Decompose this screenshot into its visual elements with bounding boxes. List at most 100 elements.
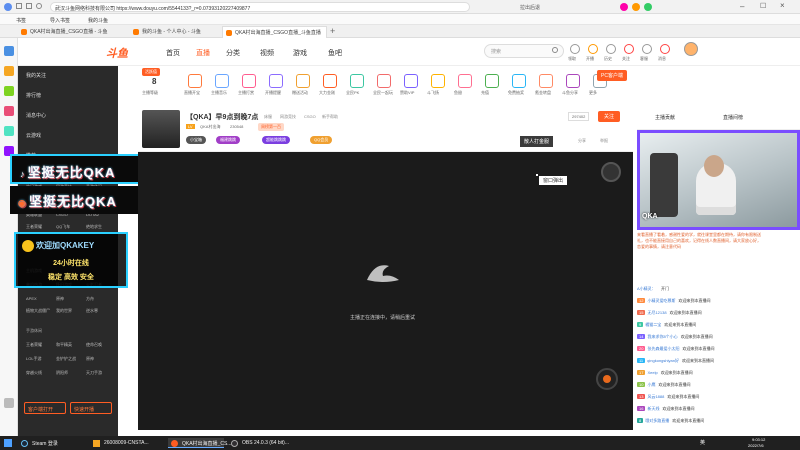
chat-message[interactable]: 17 Xeelp 欢迎来到本直播间 [637,370,693,376]
bookmark-item[interactable]: 导入书签 [50,17,70,24]
nav-live[interactable]: 直播 [196,48,210,58]
service-icon[interactable] [642,44,652,54]
chat-username[interactable]: qingkongshiyan好 [647,358,679,363]
popout-button[interactable]: 窗口弹出 [539,176,568,185]
douyu-logo[interactable]: 斗鱼 [106,45,128,61]
activity-item-icon[interactable] [404,74,418,88]
category-link[interactable]: 穿越火线 [26,370,42,376]
chat-username[interactable]: Xeelp [647,370,657,375]
rail-add-icon[interactable] [4,398,14,408]
activity-item-icon[interactable] [269,74,283,88]
chat-message[interactable]: 13 风云1888 欢迎来到本直播间 [637,394,699,400]
pc-client-button[interactable]: PC客户端 [597,70,627,81]
chat-username[interactable]: 张先森最爱小太阳 [647,346,679,351]
chat-username[interactable]: 小精灵爱吃慕斯 [647,298,675,303]
tab-item-active[interactable]: QKA村出海直播_CSGO直播_斗鱼直播 [222,26,327,38]
bookmark-item[interactable]: 我的斗鱼 [88,17,108,24]
chat-message[interactable]: 12 小精灵爱吃慕斯 欢迎来到本直播间 [637,298,710,304]
sidebar-item-rank[interactable]: 排行榜 [26,92,41,99]
category-link[interactable]: 逆水寒 [86,308,98,314]
chat-username[interactable]: 小鹰 [647,382,655,387]
chat-message[interactable]: 11 qingkongshiyan好 欢迎来到本直播间 [637,358,714,364]
rail-app-icon[interactable] [4,106,14,116]
taskbar-item[interactable]: 26008009-CNSTA... [90,438,164,448]
clock-date[interactable]: 2022/7/6 [748,443,764,448]
taskbar-item-active[interactable]: QKA村出海直播_CS... [168,438,231,448]
streamer-avatar[interactable] [142,110,180,148]
share-link[interactable]: 分享 [578,138,586,144]
room-chip[interactable]: 福建跳跳 [216,136,240,144]
tab-item[interactable]: 我的斗鱼 - 个人中心 - 斗鱼 [130,26,220,38]
activity-item-icon[interactable] [242,74,256,88]
category-link[interactable]: 和平精英 [56,342,72,348]
activity-item-icon[interactable] [323,74,337,88]
category-link[interactable]: 使命召唤 [86,342,102,348]
chat-username[interactable]: 风云1888 [647,394,664,399]
category-link[interactable]: 阴阳师 [56,370,68,376]
top-right-link[interactable]: 拉出后退 [520,4,540,11]
nav-yuba[interactable]: 鱼吧 [328,48,342,58]
chat-username[interactable]: 橘猫二宝 [645,322,661,327]
activity-item-icon[interactable] [458,74,472,88]
history-icon[interactable] [606,44,616,54]
report-link[interactable]: 举报 [600,138,608,144]
room-tag[interactable]: CSGO [304,114,316,119]
forward-icon[interactable] [26,3,32,9]
category-link[interactable]: QQ飞车 [56,224,70,230]
taskbar-item[interactable]: OBS 24.0.3 (64 bit)... [228,438,289,448]
clock-time[interactable]: 9:03:12 [752,437,765,442]
activity-item-icon[interactable] [215,74,229,88]
category-link[interactable]: 王者荣耀 [26,342,42,348]
chat-username[interactable]: 我来求你8个小心 [647,334,677,339]
search-icon[interactable] [552,47,558,53]
activity-item-icon[interactable] [566,74,580,88]
chat-message[interactable]: 10 小鹰 欢迎来到本直播间 [637,382,690,388]
avatar[interactable] [684,42,698,56]
activity-item-icon[interactable] [377,74,391,88]
input-language[interactable]: 英 [700,439,705,446]
tab-room-rank[interactable]: 直播间榜 [723,114,743,121]
nav-home[interactable]: 首页 [166,48,180,58]
chat-message[interactable]: 9 橘猫二宝 欢迎来到本直播间 [637,322,696,328]
quick-broadcast-button[interactable]: 快速开播 [70,402,112,414]
category-link[interactable]: LOL手游 [26,356,42,362]
activity-item-icon[interactable] [512,74,526,88]
tab-contribution[interactable]: 主播贡献 [655,114,675,121]
room-tag[interactable]: 新手帮助 [322,114,338,120]
back-icon[interactable] [16,3,22,9]
category-link[interactable]: 王者荣耀 [26,224,42,230]
extension-icon[interactable] [620,3,628,11]
category-link[interactable]: 方舟 [86,296,94,302]
room-tag[interactable]: 床服 [264,114,272,120]
rail-app-icon[interactable] [4,126,14,136]
category-link[interactable]: 植物大战僵尸 [26,308,50,314]
tab-item[interactable]: QKA村出海直播_CSGO直播 - 斗鱼 [18,26,128,38]
room-chip[interactable]: 超能跳跳跳 [262,136,290,144]
minimize-icon[interactable]: – [740,2,744,11]
category-link[interactable]: APEX [26,296,37,301]
sidebar-item-follow[interactable]: 我的关注 [26,72,46,79]
activity-item-icon[interactable] [431,74,445,88]
follow-icon[interactable] [624,44,634,54]
nav-category[interactable]: 分类 [226,48,240,58]
sidebar-item-messages[interactable]: 消息中心 [26,112,46,119]
category-link[interactable]: 绝地求生 [86,224,102,230]
streamer-name[interactable]: QKA村出海 [200,124,220,130]
ball-icon[interactable] [596,368,618,390]
chat-username[interactable]: 无尽12138 [647,310,666,315]
chat-username[interactable]: 新天线 [647,406,659,411]
activity-item-icon[interactable] [296,74,310,88]
chat-message[interactable]: 15 无尽12138 欢迎来到本直播间 [637,310,702,316]
message-icon[interactable] [660,44,670,54]
category-link[interactable]: 原神 [86,356,94,362]
chat-message[interactable]: 20 张先森最爱小太阳 欢迎来到本直播间 [637,346,714,352]
claim-icon[interactable] [570,44,580,54]
rail-app-icon[interactable] [4,46,14,56]
nav-video[interactable]: 视频 [260,48,274,58]
action-banner[interactable]: 散人打金服 [520,136,554,147]
bookmark-item[interactable]: 书签 [16,17,26,24]
follow-button[interactable]: 关注 [598,111,621,122]
chat-username[interactable]: 哦对多路直播 [645,418,669,423]
category-link[interactable]: 金铲铲之战 [56,356,76,362]
chat-message[interactable]: 14 我来求你8个小心 欢迎来到本直播间 [637,334,713,340]
